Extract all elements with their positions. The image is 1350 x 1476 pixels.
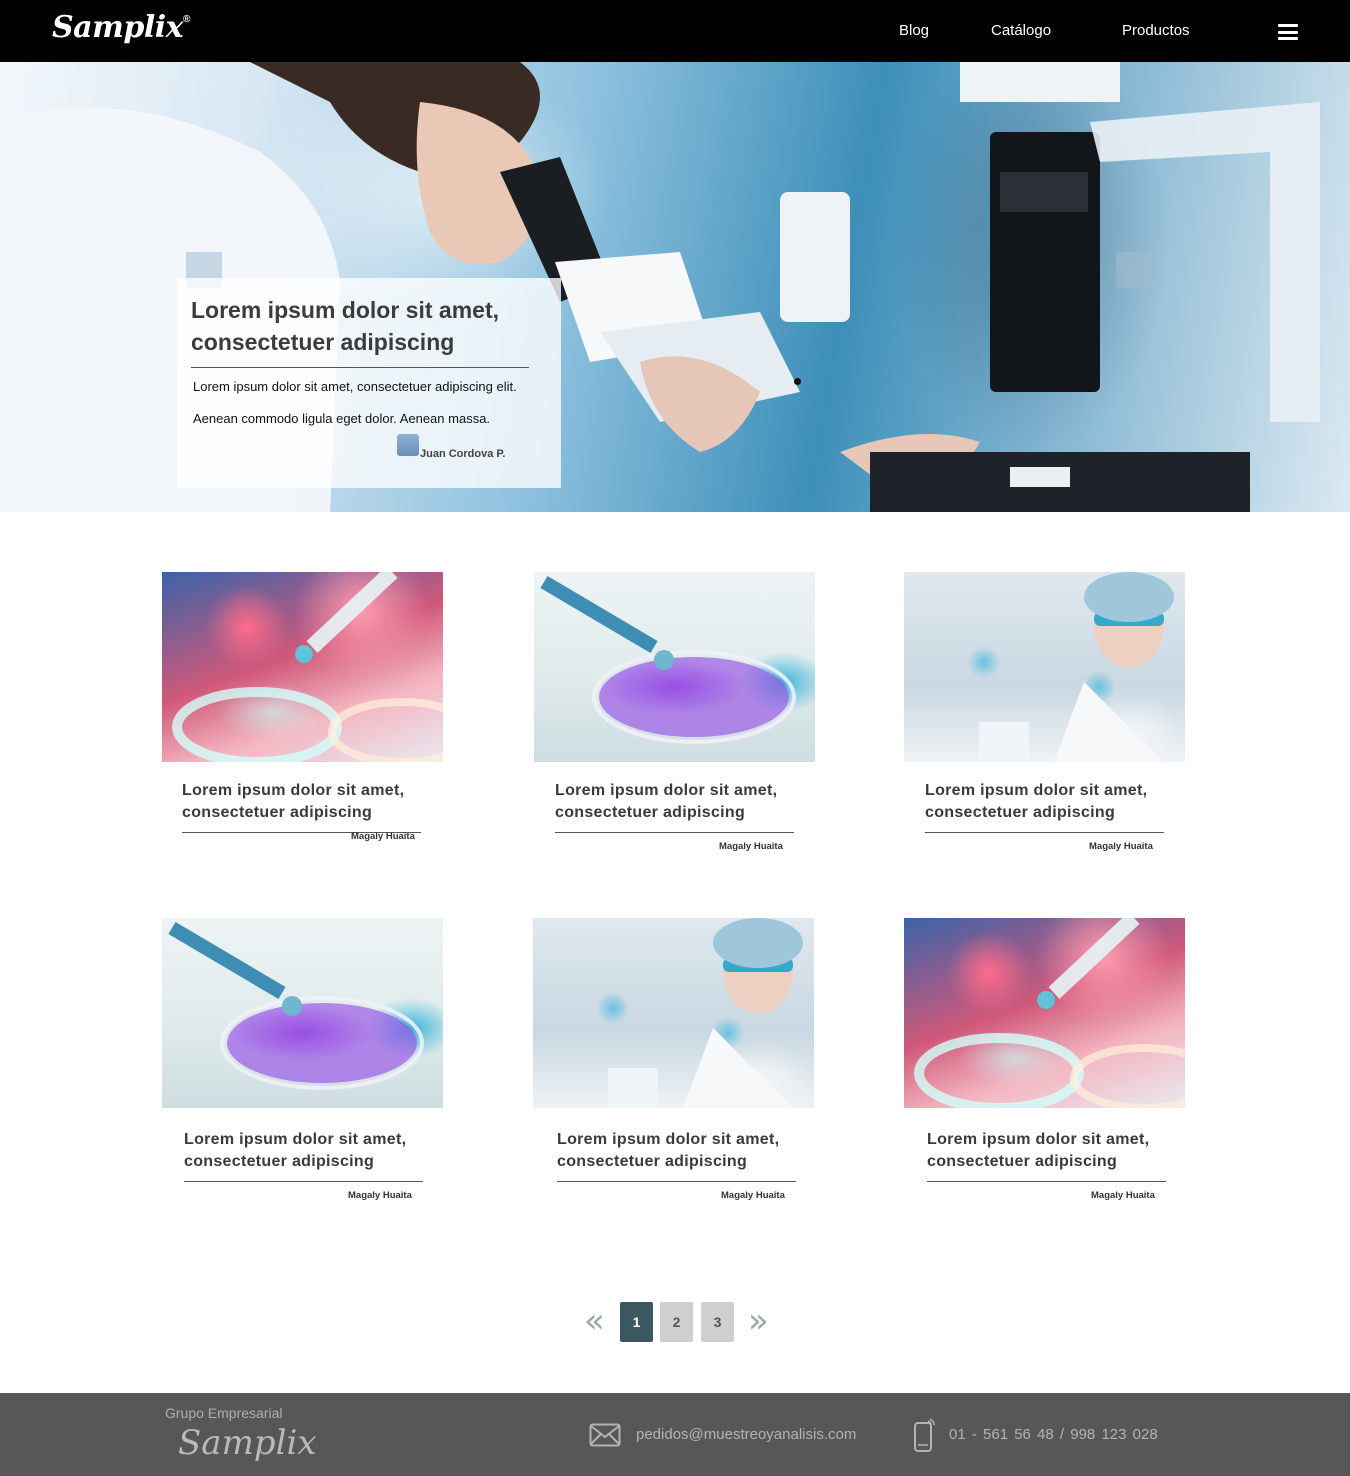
top-navbar: Samplix® Blog Catálogo Productos	[0, 0, 1350, 62]
card-title[interactable]: Lorem ipsum dolor sit amet, consectetuer…	[555, 780, 805, 824]
hero-author: Juan Cordova P.	[420, 448, 506, 460]
footer-group-label: Grupo Empresarial	[165, 1405, 283, 1421]
next-page-arrow-icon[interactable]: »	[748, 1304, 769, 1338]
author-avatar	[397, 434, 419, 456]
card-divider	[557, 1181, 796, 1182]
hero-divider	[191, 367, 529, 368]
mobile-phone-icon	[914, 1418, 935, 1452]
card-divider	[925, 832, 1164, 833]
footer-email-link[interactable]: pedidos@muestreoyanalisis.com	[636, 1426, 856, 1443]
card-author: Magaly Huaita	[351, 831, 415, 842]
card-divider	[555, 832, 794, 833]
card-divider	[927, 1181, 1166, 1182]
footer-logo: Samplix	[178, 1423, 317, 1463]
card-image[interactable]	[534, 572, 815, 762]
card-title[interactable]: Lorem ipsum dolor sit amet, consectetuer…	[927, 1129, 1177, 1173]
card-author: Magaly Huaita	[721, 1190, 785, 1201]
card-image[interactable]	[904, 572, 1185, 762]
card-title[interactable]: Lorem ipsum dolor sit amet, consectetuer…	[182, 780, 432, 824]
card-image[interactable]	[162, 572, 443, 762]
card-image[interactable]	[904, 918, 1185, 1108]
page-2-button[interactable]: 2	[660, 1302, 693, 1342]
card-image[interactable]	[533, 918, 814, 1108]
samplix-logo[interactable]: Samplix®	[52, 10, 190, 45]
card-author: Magaly Huaita	[719, 841, 783, 852]
page-1-button[interactable]: 1	[620, 1302, 653, 1342]
slider-dot[interactable]	[794, 378, 801, 385]
card-title[interactable]: Lorem ipsum dolor sit amet, consectetuer…	[184, 1129, 434, 1173]
card-image[interactable]	[162, 918, 443, 1108]
card-divider	[184, 1181, 423, 1182]
nav-productos-link[interactable]: Productos	[1122, 22, 1190, 39]
page-3-button[interactable]: 3	[701, 1302, 734, 1342]
hero-banner: Lorem ipsum dolor sit amet, consectetuer…	[0, 62, 1350, 512]
card-title[interactable]: Lorem ipsum dolor sit amet, consectetuer…	[925, 780, 1175, 824]
logo-text: Samplix	[52, 10, 184, 45]
card-author: Magaly Huaita	[1089, 841, 1153, 852]
footer: Grupo Empresarial Samplix pedidos@muestr…	[0, 1393, 1350, 1476]
card-title[interactable]: Lorem ipsum dolor sit amet, consectetuer…	[557, 1129, 807, 1173]
watermark-icon	[1116, 252, 1152, 288]
registered-mark: ®	[183, 14, 190, 25]
hero-text-line-2: Aenean commodo ligula eget dolor. Aenean…	[193, 411, 491, 426]
hero-text-line-1: Lorem ipsum dolor sit amet, consectetuer…	[193, 379, 517, 394]
hamburger-menu-icon[interactable]	[1278, 24, 1298, 40]
hero-caption-card: Lorem ipsum dolor sit amet, consectetuer…	[177, 278, 561, 488]
card-author: Magaly Huaita	[1091, 1190, 1155, 1201]
nav-blog-link[interactable]: Blog	[899, 22, 929, 39]
footer-phone-numbers: 01 - 561 56 48 / 998 123 028	[949, 1426, 1158, 1443]
card-author: Magaly Huaita	[348, 1190, 412, 1201]
nav-catalogo-link[interactable]: Catálogo	[991, 22, 1051, 39]
mail-icon	[589, 1423, 621, 1447]
hero-title: Lorem ipsum dolor sit amet, consectetuer…	[191, 297, 499, 355]
prev-page-arrow-icon[interactable]: «	[584, 1304, 605, 1338]
